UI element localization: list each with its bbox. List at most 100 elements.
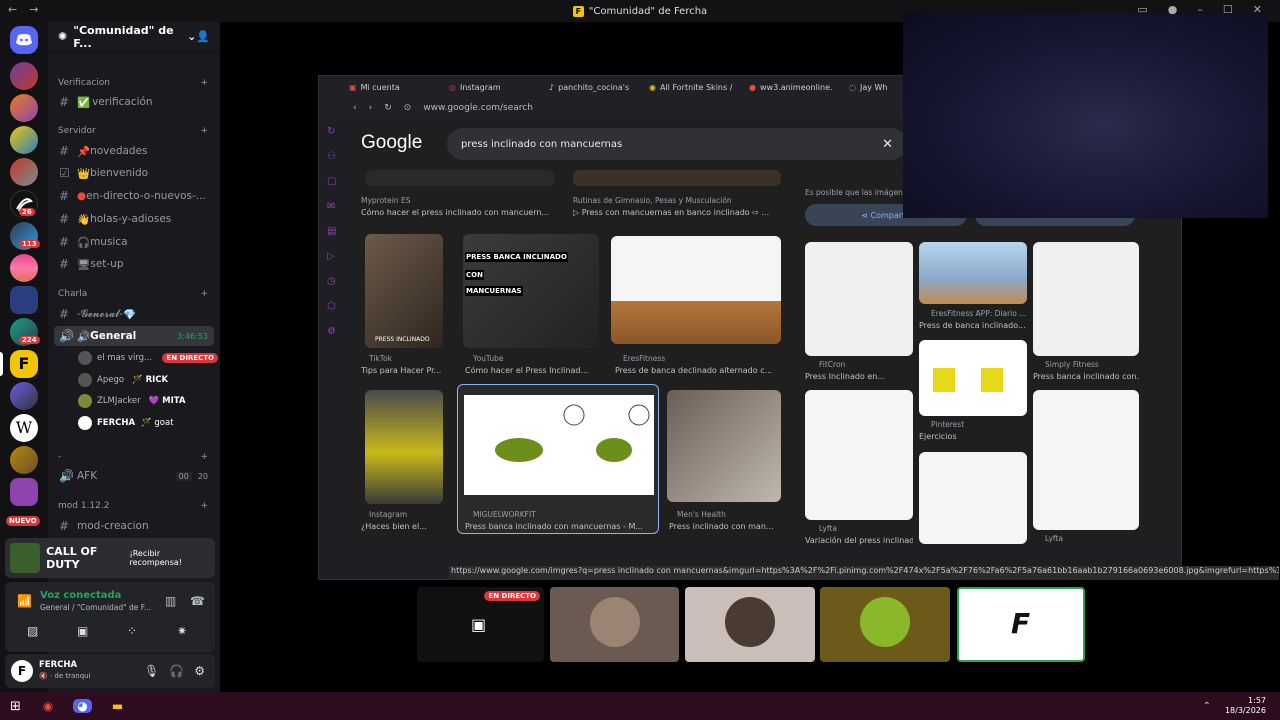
server-icon-11[interactable] [10,446,38,474]
headphones-icon[interactable]: 🎧 [169,664,184,678]
avatar[interactable]: F [11,660,33,682]
back-arrow-icon[interactable]: ← [8,3,17,16]
search-input[interactable]: press inclinado con mancuernas ✕ [447,128,907,160]
soundboard-icon[interactable]: ✷ [177,624,187,638]
waveform-icon[interactable]: ▥ [165,594,176,608]
browser-tab[interactable]: ♪ panchito_cocina's [549,83,645,92]
side-image[interactable] [919,452,1027,544]
voice-user-1[interactable]: el mas virg... EN DIRECTO [78,351,218,365]
side-title[interactable]: Press Inclinado en... [805,372,913,381]
discord-home-icon[interactable] [10,26,38,54]
result-image-tiktok[interactable]: PRESS INCLINADO [365,234,443,348]
screen-share-icon[interactable]: ▣ [77,624,88,638]
result-title[interactable]: Cómo hacer el Press Inclinad... [465,366,599,375]
side-image[interactable] [805,242,913,356]
result-title[interactable]: Press inclinado con man... [669,522,781,531]
result-image[interactable] [365,170,555,186]
side-image[interactable] [1033,390,1139,530]
side-title[interactable]: Press de banca inclinado... [919,321,1027,330]
titlebar-nav: ← → [8,3,38,16]
folder-icon[interactable]: ▬ [112,699,123,713]
stream-thumb-user[interactable] [685,587,815,662]
windows-start-icon[interactable]: ⊞ [10,699,21,714]
result-image-youtube[interactable]: PRESS BANCA INCLINADO CON MANCUERNAS [463,234,599,348]
result-title[interactable]: ▷ Press con mancuernas en banco inclinad… [573,208,783,217]
add-member-icon[interactable]: 👤 [196,30,210,43]
taskbar: ⊞ ◉ ◕ ▬ ⌃ 1:57 18/3/2026 [0,692,1280,720]
stream-thumb-screen[interactable]: EN DIRECTO ▣ [417,587,544,662]
server-icon-2[interactable] [10,94,38,122]
discord-taskbar-icon[interactable]: ◕ [73,699,92,713]
result-image-menshealth[interactable] [667,390,781,502]
camera-off-icon[interactable]: ▨ [27,624,38,638]
category-verificacion[interactable]: Verificacion + [58,78,208,88]
avatar [725,597,775,647]
channel-general-text[interactable]: # -𝓖𝓮𝓷𝓮𝓻𝓪𝓵- 💎 [54,304,214,324]
disconnect-icon[interactable]: ☎ [190,594,205,608]
channel-mod-creacion[interactable]: # mod-creacion [54,516,214,536]
google-logo[interactable]: Google [361,132,422,154]
channel-holas[interactable]: # 👋 holas-y-adioses [54,209,214,229]
server-icon-8[interactable] [10,286,38,314]
side-image[interactable] [919,242,1027,304]
server-icon-wikipedia[interactable]: W [10,414,38,442]
category-charla[interactable]: Charla + [58,289,208,299]
server-icon-gta[interactable] [10,62,38,90]
voice-user-apego[interactable]: Apego 🪄 RICK [78,373,218,387]
voice-channel-general[interactable]: 🔊 🔊 General 3:46:53 [54,326,214,346]
user-info[interactable]: FERCHA 🔇 · de tranqui [39,660,91,682]
side-title[interactable]: Press banca inclinado con... [1033,372,1139,381]
channel-verificacion[interactable]: # ✅ verificación [54,92,214,112]
chrome-icon[interactable]: ◉ [43,699,53,713]
side-source: Pinterest [931,420,965,429]
forward-arrow-icon[interactable]: → [29,3,38,16]
stream-thumb-fercha[interactable]: F [957,587,1085,662]
voice-channel-afk[interactable]: 🔊 AFK 00 20 [54,466,214,486]
channel-novedades[interactable]: # 📌 novedades [54,141,214,161]
voice-user-fercha[interactable]: FERCHA 🪄 goat [78,416,218,430]
result-image[interactable] [573,170,781,186]
server-icon-fercha[interactable]: F [10,350,38,378]
result-title[interactable]: Tips para Hacer Pr... [361,366,449,375]
claim-reward-button[interactable]: ¡Recibir recompensa! [130,549,210,567]
system-clock[interactable]: 1:57 18/3/2026 [1225,696,1266,716]
promo-banner[interactable]: CALL OF DUTY ¡Recibir recompensa! [5,538,215,578]
guild-header[interactable]: ✺ "Comunidad" de F... ⌄ 👤 [48,22,220,52]
channel-en-directo[interactable]: # ● en-directo-o-nuevos-... [54,186,214,206]
activities-icon[interactable]: ⁘ [127,624,137,638]
result-image-eresfitness[interactable] [611,236,781,344]
result-title[interactable]: Press de banca declinado alternado c... [615,366,781,375]
category-servidor[interactable]: Servidor + [58,126,208,136]
side-image[interactable] [1033,242,1139,356]
browser-tab[interactable]: ◉ All Fortnite Skins / [649,83,745,92]
browser-tab[interactable]: ● ww3.animeonline. [749,83,845,92]
result-image-instagram[interactable] [365,390,443,504]
server-icon-7[interactable] [10,254,38,282]
side-image[interactable] [919,340,1027,416]
server-icon-12[interactable] [10,478,38,506]
settings-gear-icon[interactable]: ⚙ [194,664,205,678]
side-image[interactable] [805,390,913,520]
channel-setup[interactable]: # 🖥 set-up [54,254,214,274]
stream-thumb-user[interactable] [820,587,950,662]
result-title[interactable]: Press banca inclinado con mancuernas - M… [465,522,657,531]
side-title[interactable]: Variación del press inclinad... [805,536,913,545]
tray-chevron-icon[interactable]: ⌃ [1203,701,1211,712]
result-title[interactable]: ¿Haces bien el... [361,522,449,531]
server-icon-10[interactable] [10,382,38,410]
chevron-down-icon: ⌄ [187,30,197,43]
voice-user-zlmjacker[interactable]: ZLMJacker 💜 MITA [78,394,218,408]
side-title[interactable]: Ejercicios [919,432,1027,441]
voice-channel-name[interactable]: General / "Comunidad" de F... [40,603,151,612]
category-blank[interactable]: - + [58,452,208,462]
browser-tab[interactable]: ◎ Instagram [449,83,545,92]
browser-tab[interactable]: ▣ Mi cuenta [349,83,445,92]
server-icon-3[interactable] [10,126,38,154]
channel-musica[interactable]: # 🎧 musica [54,232,214,252]
category-mod[interactable]: mod 1.12.2 + [58,501,208,511]
server-icon-4[interactable] [10,158,38,186]
result-title[interactable]: Cómo hacer el press inclinado con mancue… [361,208,561,217]
mic-icon[interactable]: 🎙 [144,664,159,678]
stream-thumb-user[interactable] [550,587,679,662]
channel-bienvenido[interactable]: ☑ 👑 bienvenido [54,163,214,183]
